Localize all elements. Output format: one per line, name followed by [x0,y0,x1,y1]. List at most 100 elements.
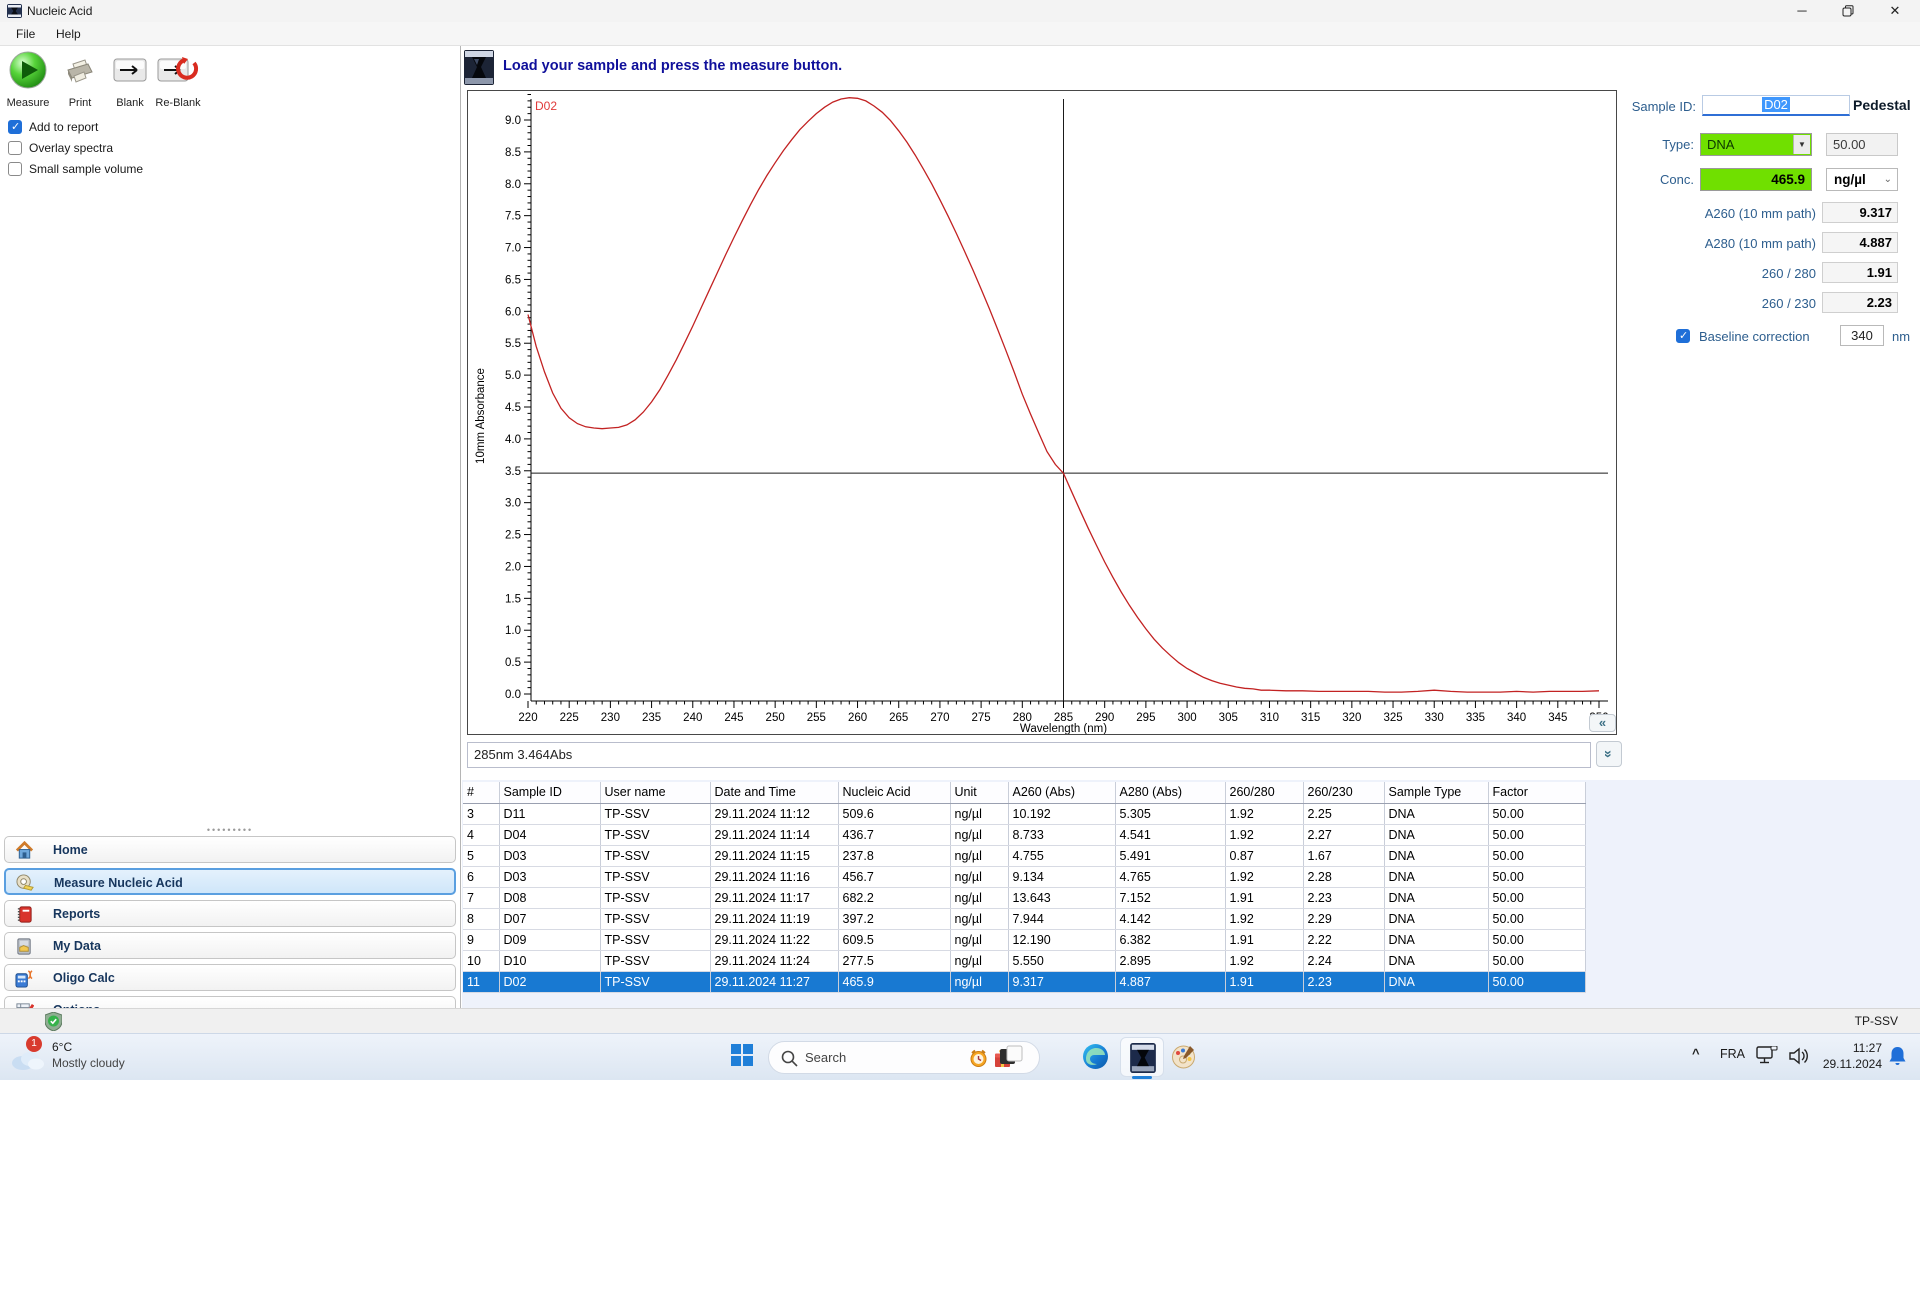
sidebar-item-oligo-calc[interactable]: Oligo Calc [4,964,456,991]
paint-app-icon[interactable] [1170,1043,1197,1070]
start-button[interactable] [730,1043,754,1067]
small-sample-volume-checkbox[interactable]: Small sample volume [8,160,143,176]
column-header[interactable]: A280 (Abs) [1115,782,1226,804]
svg-text:260: 260 [848,712,867,724]
restore-icon [1842,5,1854,17]
svg-text:3.0: 3.0 [505,498,521,510]
sample-id-input[interactable]: D02 [1702,95,1850,116]
weather-temp: 6°C [52,1040,73,1054]
svg-text:275: 275 [972,712,991,724]
svg-text:270: 270 [930,712,949,724]
svg-text:7.5: 7.5 [505,211,521,223]
table-cell: 1.92 [1225,803,1304,825]
column-header[interactable]: Unit [950,782,1009,804]
factor-field[interactable]: 50.00 [1826,133,1898,156]
table-header-row: # Sample ID User name Date and Time Nucleic … [463,782,1586,804]
svg-text:245: 245 [724,712,743,724]
sample-id-label: Sample ID: [1631,99,1696,114]
table-cell: 4.755 [1008,845,1116,867]
column-header[interactable]: Sample Type [1384,782,1489,804]
table-cell: 7.944 [1008,908,1116,930]
svg-text:2.0: 2.0 [505,561,521,573]
table-row[interactable]: 6 D03 TP-SSV 29.11.2024 11:16 456.7 ng/µl 9.13… [463,866,1586,888]
table-cell: 7.152 [1115,887,1226,909]
menu-help[interactable]: Help [52,26,85,42]
table-cell: 9.317 [1008,971,1116,993]
svg-text:5.5: 5.5 [505,338,521,350]
table-cell: TP-SSV [600,950,711,972]
table-cell: TP-SSV [600,929,711,951]
table-cell: 5 [463,845,500,867]
column-header[interactable]: User name [600,782,711,804]
blank-icon [113,58,147,82]
table-cell: 50.00 [1488,908,1586,930]
chart-collapse-left-button[interactable]: « [1589,714,1616,732]
menu-file[interactable]: File [12,26,39,42]
chart-collapse-down-button[interactable]: » [1596,741,1622,767]
clock[interactable]: 11:27 29.11.2024 [1810,1040,1882,1072]
language-indicator[interactable]: FRA [1720,1047,1745,1061]
column-header[interactable]: 260/230 [1303,782,1385,804]
table-row[interactable]: 9 D09 TP-SSV 29.11.2024 11:22 609.5 ng/µl 12.1… [463,929,1586,951]
svg-text:6.5: 6.5 [505,274,521,286]
restore-button[interactable] [1826,0,1870,22]
column-header[interactable]: Factor [1488,782,1586,804]
column-header[interactable]: Nucleic Acid [838,782,951,804]
column-header[interactable]: # [463,782,500,804]
table-cell: 1.92 [1225,824,1304,846]
table-cell: D03 [499,866,601,888]
overlay-spectra-checkbox[interactable]: Overlay spectra [8,139,113,155]
table-cell: ng/µl [950,908,1009,930]
table-row[interactable]: 8 D07 TP-SSV 29.11.2024 11:19 397.2 ng/µl 7.94… [463,908,1586,930]
sidebar-item-measure-nucleic-acid[interactable]: Measure Nucleic Acid [4,868,456,895]
column-header[interactable]: Sample ID [499,782,601,804]
a260-value: 9.317 [1822,202,1898,223]
table-row[interactable]: 10 D10 TP-SSV 29.11.2024 11:24 277.5 ng/µl 5.5… [463,950,1586,972]
baseline-wavelength-field[interactable]: 340 [1840,325,1884,346]
sidebar-item-home[interactable]: Home [4,836,456,863]
sidebar-item-reports[interactable]: Reports [4,900,456,927]
table-cell: 4.887 [1115,971,1226,993]
table-row[interactable]: 7 D08 TP-SSV 29.11.2024 11:17 682.2 ng/µl 13.6… [463,887,1586,909]
minimize-button[interactable]: ─ [1780,0,1824,22]
cloud-icon [12,1052,44,1070]
measure-button[interactable]: Measure [2,50,54,109]
table-cell: TP-SSV [600,824,711,846]
table-row[interactable]: 4 D04 TP-SSV 29.11.2024 11:14 436.7 ng/µl 8.73… [463,824,1586,846]
table-cell: D07 [499,908,601,930]
svg-text:0.0: 0.0 [505,689,521,701]
window-title: Nucleic Acid [27,4,93,18]
print-button[interactable]: Print [54,50,106,109]
reblank-button[interactable]: Re-Blank [152,50,204,109]
network-icon[interactable] [1756,1046,1778,1066]
table-row[interactable]: 5 D03 TP-SSV 29.11.2024 11:15 237.8 ng/µl 4.75… [463,845,1586,867]
y-axis-label: 10mm Absorbance [475,368,487,464]
add-to-report-checkbox[interactable]: Add to report [8,118,98,134]
table-row[interactable]: 11 D02 TP-SSV 29.11.2024 11:27 465.9 ng/µl 9.3… [463,971,1586,993]
table-row[interactable]: 3 D11 TP-SSV 29.11.2024 11:12 509.6 ng/µl 10.1… [463,803,1586,825]
notification-bell-icon[interactable] [1888,1046,1907,1067]
column-header[interactable]: 260/280 [1225,782,1304,804]
table-cell: 50.00 [1488,929,1586,951]
svg-text:8.0: 8.0 [505,179,521,191]
volume-icon[interactable] [1788,1046,1810,1066]
svg-text:340: 340 [1507,712,1526,724]
baseline-correction-checkbox[interactable] [1676,328,1690,343]
table-cell: ng/µl [950,803,1009,825]
nanodrop-app-taskbar-icon[interactable] [1120,1037,1164,1077]
table-cell: 2.28 [1303,866,1385,888]
edge-browser-icon[interactable] [1082,1043,1109,1070]
reblank-icon [157,57,199,82]
task-view-icon[interactable] [998,1043,1024,1069]
column-header[interactable]: A260 (Abs) [1008,782,1116,804]
close-button[interactable]: ✕ [1873,0,1917,22]
alarm-clock-icon [970,1049,987,1067]
type-dropdown[interactable]: DNA ▼ [1700,133,1812,156]
column-header[interactable]: Date and Time [710,782,839,804]
table-cell: D10 [499,950,601,972]
unit-dropdown[interactable]: ng/µl ⌄ [1826,168,1898,191]
tray-expand-chevron[interactable]: ^ [1692,1046,1700,1061]
sidebar-item-my-data[interactable]: My Data [4,932,456,959]
splitter-handle[interactable]: ••••••••• [170,825,290,835]
blank-button[interactable]: Blank [104,50,156,109]
